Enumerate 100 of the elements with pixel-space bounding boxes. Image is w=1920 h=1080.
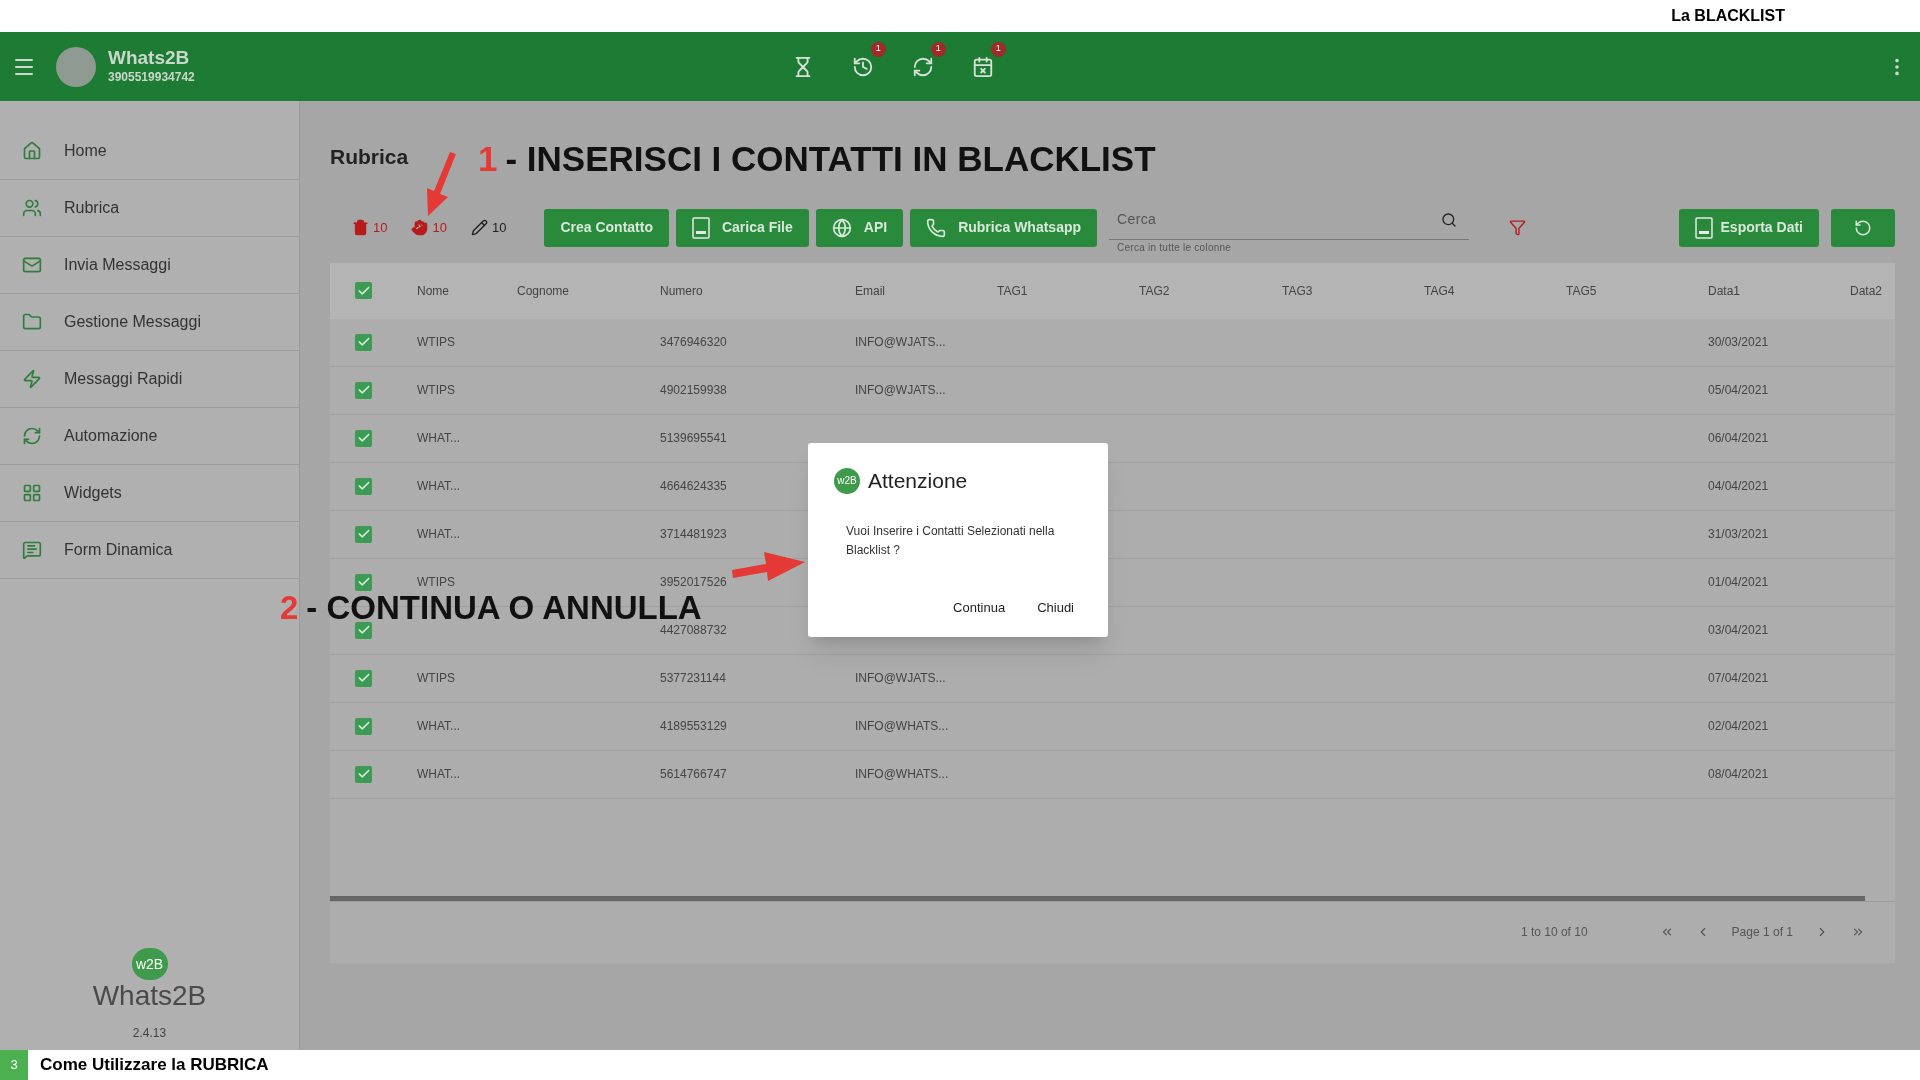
form-icon	[22, 540, 42, 560]
table-cell: INFO@WHATS...	[855, 767, 949, 781]
check-icon	[356, 527, 371, 541]
column-header[interactable]: Data2	[1850, 281, 1895, 300]
last-page-icon[interactable]	[1851, 925, 1865, 939]
check-icon	[356, 671, 371, 685]
slide-title: La BLACKLIST	[1671, 6, 1785, 26]
check-icon	[356, 383, 371, 397]
column-header[interactable]: Data1	[1708, 281, 1850, 300]
column-header[interactable]: Cognome	[517, 281, 660, 300]
notification-badge: 1	[870, 41, 886, 57]
dialog-title: Attenzione	[868, 468, 968, 494]
checkbox[interactable]	[355, 381, 372, 399]
dialog-logo: w2B	[834, 467, 860, 494]
sidebar-item[interactable]: Messaggi Rapidi	[0, 351, 299, 408]
table-cell-text: 4664624335	[660, 478, 727, 495]
sidebar-item[interactable]: Rubrica	[0, 180, 299, 237]
column-header[interactable]: TAG1	[997, 281, 1139, 300]
table-cell: WHAT...	[417, 767, 461, 781]
blacklist-counter[interactable]: 10	[411, 217, 447, 238]
sidebar-item[interactable]: Form Dinamica	[0, 522, 299, 579]
file-icon	[691, 216, 710, 239]
phone-number: 3905519934742	[108, 68, 195, 86]
check-icon	[356, 431, 371, 445]
toolbar-button[interactable]: Rubrica Whatsapp	[910, 208, 1098, 247]
search-icon[interactable]	[1441, 211, 1458, 228]
sync-icon[interactable]	[911, 55, 934, 78]
checkbox[interactable]	[355, 282, 372, 299]
sidebar-item[interactable]: Widgets	[0, 465, 299, 522]
calendar-icon[interactable]	[971, 55, 994, 78]
trash-icon	[352, 219, 369, 236]
checkbox[interactable]	[355, 765, 372, 783]
table-cell-text: 31/03/2021	[1708, 526, 1769, 543]
filter-icon[interactable]	[1509, 219, 1527, 236]
table-cell-text: 3952017526	[660, 574, 727, 591]
step-number: 1	[478, 138, 498, 180]
table-cell-text: 4189553129	[660, 718, 727, 735]
checkbox[interactable]	[355, 525, 372, 543]
row-range: 1 to 10 of 10	[1520, 924, 1588, 941]
checkbox[interactable]	[355, 333, 372, 351]
column-header[interactable]: TAG2	[1139, 281, 1282, 300]
table-cell: WTIPS	[417, 335, 455, 349]
toolbar-button[interactable]: Crea Contatto	[544, 208, 669, 247]
logo-text: Whats2B	[92, 980, 207, 1012]
checkbox[interactable]	[355, 573, 372, 591]
table-cell: INFO@WJATS...	[855, 671, 946, 685]
column-header[interactable]: Email	[855, 281, 997, 300]
table-cell-text: 04/04/2021	[1708, 478, 1769, 495]
column-header[interactable]: TAG4	[1424, 281, 1566, 300]
checkbox[interactable]	[355, 621, 372, 639]
table-cell-text: 4427088732	[660, 622, 727, 639]
toolbar-button[interactable]: Carica File	[675, 208, 809, 247]
table-cell: WTIPS	[417, 575, 455, 589]
export-button[interactable]: Esporta Dati	[1678, 208, 1819, 247]
checkbox[interactable]	[355, 429, 372, 447]
column-header[interactable]: Nome	[417, 281, 517, 300]
mail-icon	[22, 255, 42, 275]
history-icon[interactable]	[851, 55, 874, 78]
table-cell: INFO@WHATS...	[855, 719, 949, 733]
check-icon	[356, 623, 371, 637]
column-header[interactable]: Numero	[660, 281, 855, 300]
table-cell: WHAT...	[417, 719, 461, 733]
table-cell-text: 08/04/2021	[1708, 766, 1769, 783]
table-cell: WHAT...	[417, 431, 461, 445]
table-cell-text: 05/04/2021	[1708, 382, 1769, 399]
folder-icon	[22, 312, 42, 332]
avatar	[56, 46, 96, 87]
table-cell: WHAT...	[417, 479, 461, 493]
table-cell-text: 5377231144	[660, 670, 726, 687]
sidebar-item[interactable]: Automazione	[0, 408, 299, 465]
table-cell-text: 3714481923	[660, 526, 727, 543]
file-icon	[1694, 216, 1713, 239]
check-icon	[356, 719, 371, 733]
toolbar-button[interactable]: API	[815, 208, 904, 247]
sidebar-item[interactable]: Invia Messaggi	[0, 237, 299, 294]
edit-counter[interactable]: 10	[470, 217, 507, 238]
table-cell: WHAT...	[417, 527, 461, 541]
table-cell-text: 3476946320	[660, 334, 727, 351]
checkbox[interactable]	[355, 477, 372, 495]
table-cell-text: 5139695541	[660, 430, 727, 447]
dialog-button[interactable]: Chiudi	[1029, 593, 1082, 621]
dialog-button[interactable]: Continua	[945, 593, 1014, 621]
contacts-icon	[22, 198, 42, 218]
table-cell-text: 30/03/2021	[1708, 334, 1769, 351]
table-cell-text: 02/04/2021	[1708, 718, 1769, 735]
delete-counter[interactable]: 10	[352, 217, 388, 238]
table-cell: INFO@WJATS...	[855, 335, 946, 349]
search-helper: Cerca in tutte le colonne	[1116, 241, 1233, 255]
checkbox[interactable]	[355, 669, 372, 687]
column-header[interactable]: TAG5	[1566, 281, 1708, 300]
annotation-text: - INSERISCI I CONTATTI IN BLACKLIST	[505, 138, 1156, 180]
notification-badge: 1	[990, 41, 1006, 57]
check-icon	[356, 575, 371, 589]
search-field[interactable]: Cerca	[1117, 209, 1442, 230]
sidebar-item[interactable]: Gestione Messaggi	[0, 294, 299, 351]
column-header[interactable]: TAG3	[1282, 281, 1424, 300]
checkbox[interactable]	[355, 717, 372, 735]
sidebar-item[interactable]: Home	[0, 123, 299, 180]
refresh-button[interactable]	[1831, 208, 1895, 247]
hand-icon	[411, 219, 429, 236]
